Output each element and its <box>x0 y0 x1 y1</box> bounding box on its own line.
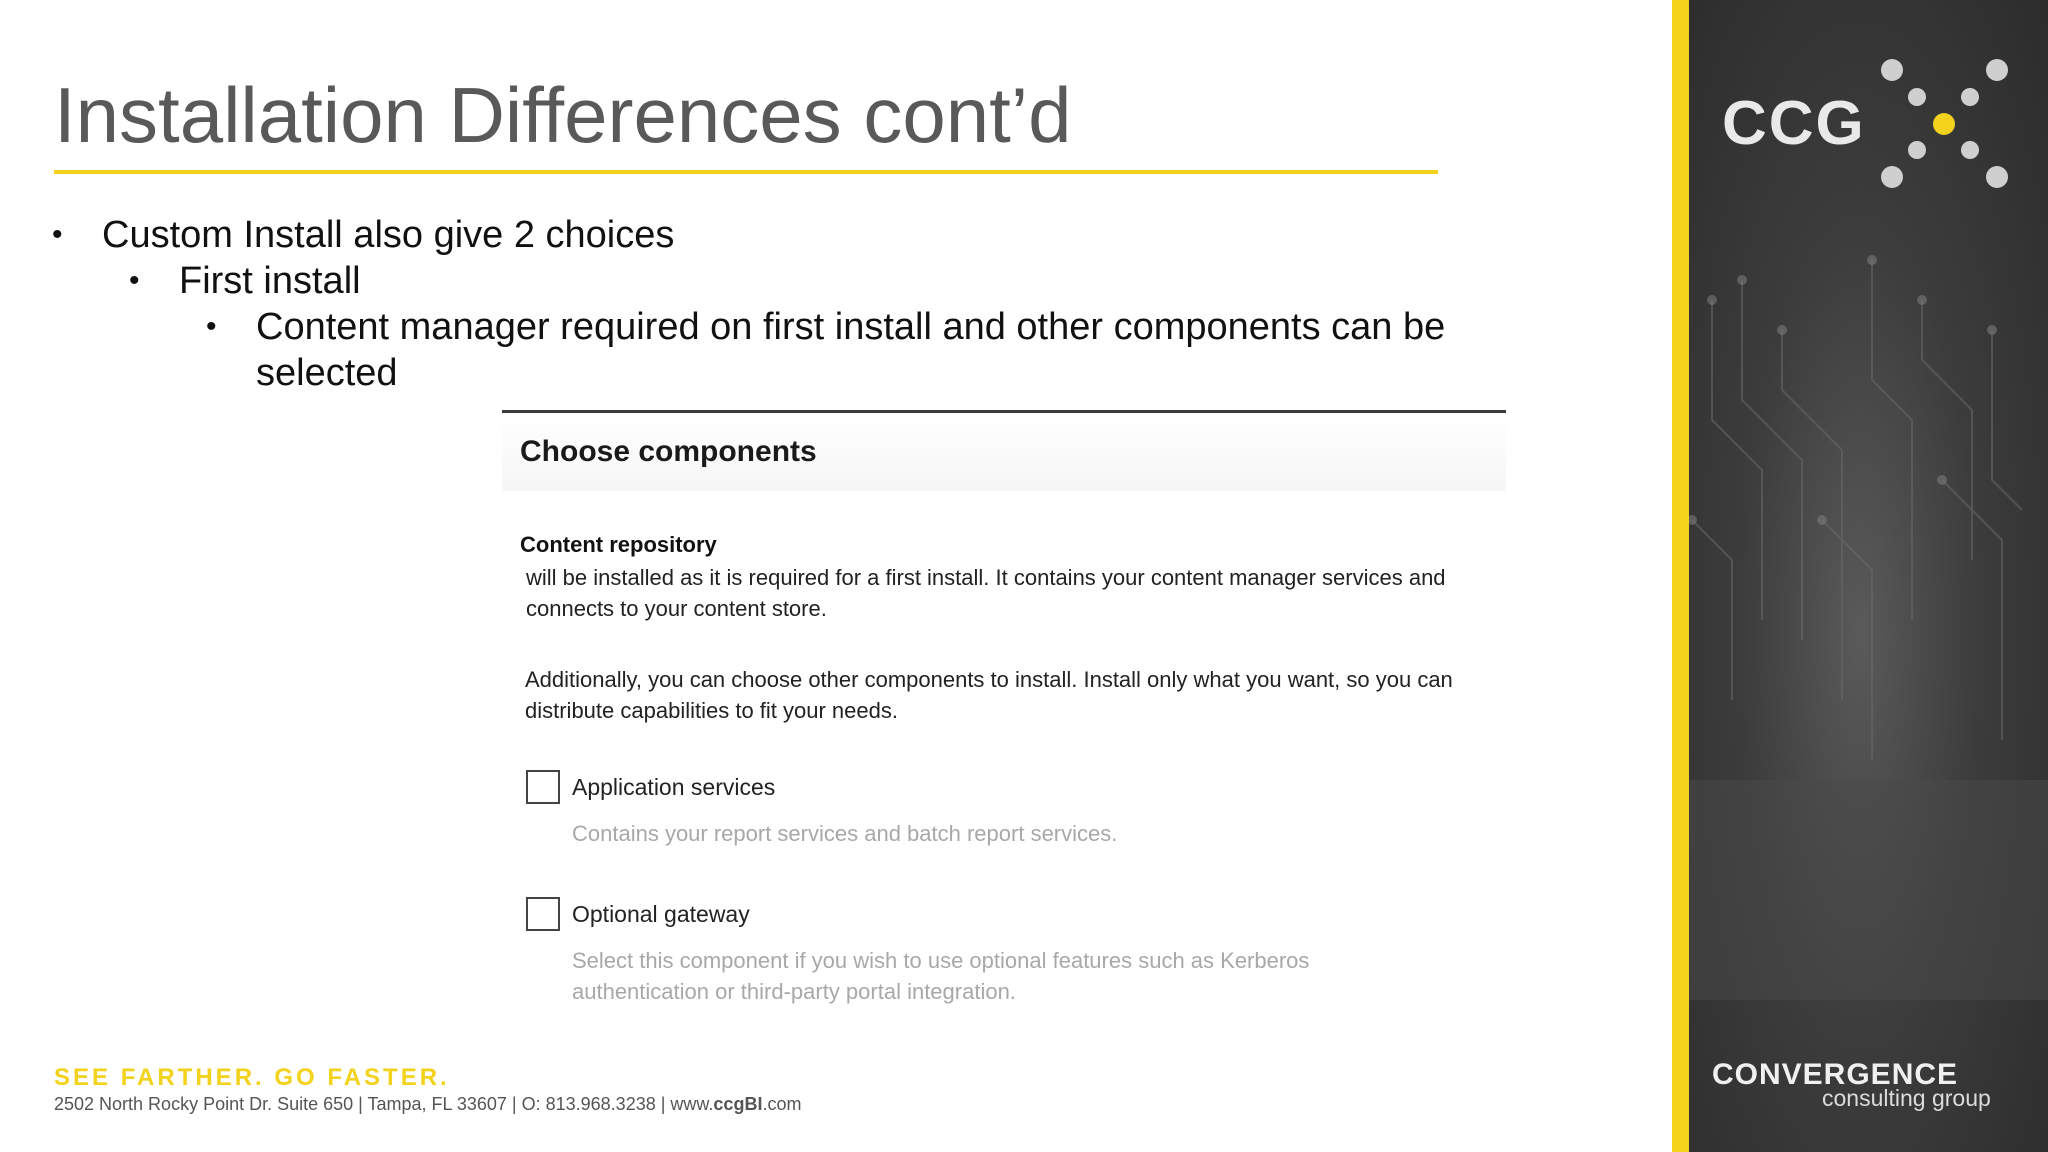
bullet-glyph: • <box>206 310 217 343</box>
slide-title: Installation Differences cont’d <box>54 71 1072 159</box>
option-description: Select this component if you wish to use… <box>572 948 1310 1004</box>
choose-components-dialog: Choose components Content repository wil… <box>502 410 1506 1030</box>
option-label[interactable]: Optional gateway <box>572 901 750 928</box>
footer-address: 2502 North Rocky Point Dr. Suite 650 | T… <box>54 1094 801 1115</box>
bullet-level-1: • Custom Install also give 2 choices <box>52 212 675 258</box>
dialog-title: Choose components <box>520 435 817 468</box>
address-tld: .com <box>762 1094 802 1114</box>
dialog-header: Choose components <box>502 413 1506 491</box>
content-repository-description: will be installed as it is required for … <box>526 565 1446 621</box>
brand-panel: CCG CONVERGENCE consulting group <box>1672 0 2048 1152</box>
option-label[interactable]: Application services <box>572 774 775 801</box>
title-underline <box>54 170 1438 174</box>
content-repository-label: Content repository <box>520 532 717 557</box>
bullet-level-2: • First install <box>129 258 361 304</box>
bullet-level-3: • Content manager required on first inst… <box>206 304 1516 396</box>
company-subtitle: consulting group <box>1822 1085 1991 1111</box>
address-text: 2502 North Rocky Point Dr. Suite 650 | T… <box>54 1094 714 1114</box>
additional-components-description: Additionally, you can choose other compo… <box>525 667 1453 723</box>
logo-dots-graphic <box>1881 59 2008 188</box>
address-domain: ccgBI <box>713 1094 763 1114</box>
brand-accent-bar <box>1672 0 1689 1152</box>
application-services-checkbox[interactable] <box>526 770 560 804</box>
bullet-text: Content manager required on first instal… <box>256 306 1446 394</box>
option-description: Contains your report services and batch … <box>572 821 1118 846</box>
optional-gateway-checkbox[interactable] <box>526 897 560 931</box>
bullet-text: Custom Install also give 2 choices <box>102 214 675 256</box>
bullet-glyph: • <box>52 218 63 251</box>
footer-tagline: SEE FARTHER. GO FASTER. <box>54 1064 450 1091</box>
bullet-text: First install <box>179 260 361 302</box>
bullet-glyph: • <box>129 264 140 297</box>
